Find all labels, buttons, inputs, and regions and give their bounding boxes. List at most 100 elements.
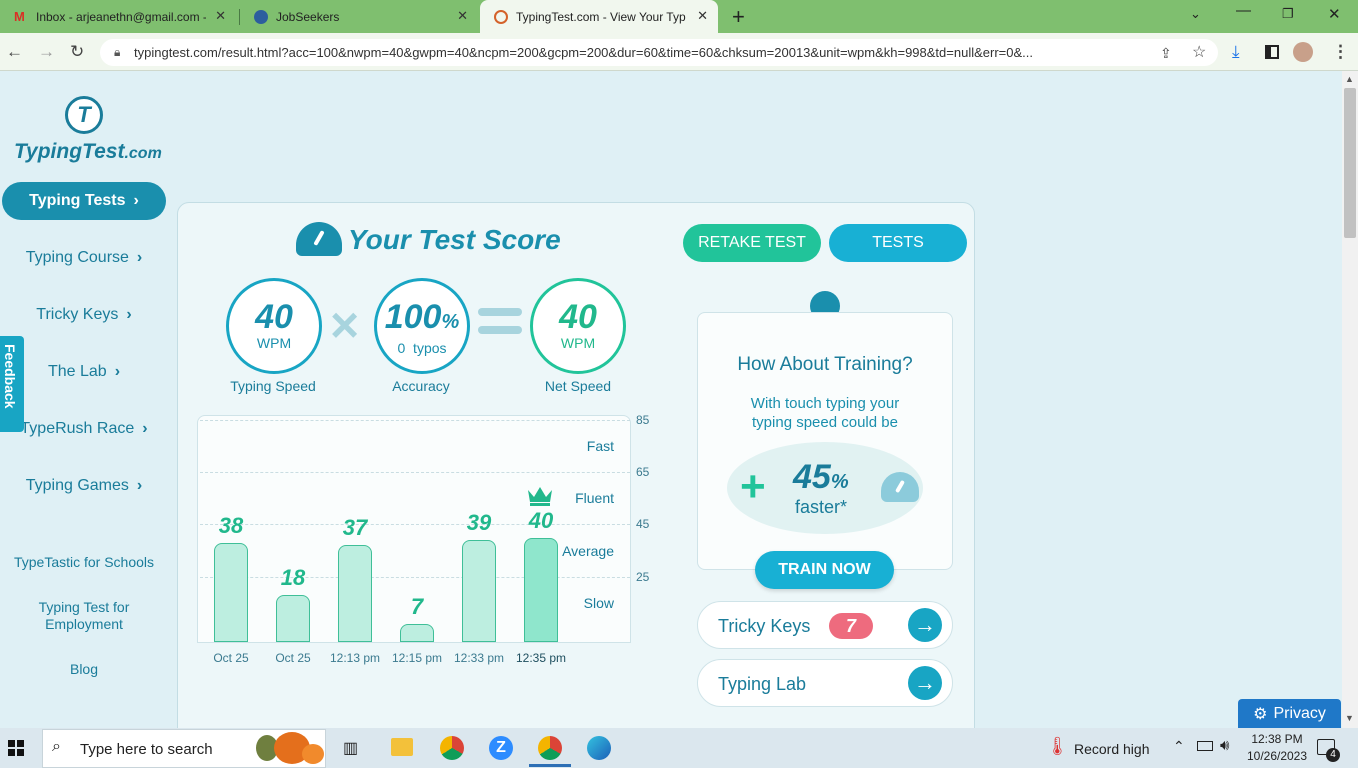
clock-time[interactable]: 12:38 PM [1246,732,1308,746]
train-now-button[interactable]: TRAIN NOW [755,551,894,589]
tab-gmail[interactable]: M Inbox - arjeanethn@gmail.com - ✕ [0,0,236,33]
bookmark-star-icon[interactable]: ☆ [1192,42,1206,62]
close-tab-icon[interactable]: ✕ [457,8,468,24]
gauge-icon [881,472,919,502]
accuracy-percent: % [441,311,460,333]
profile-avatar[interactable] [1293,42,1313,62]
chart-bar-label: 40 [528,507,554,533]
scrollbar-thumb[interactable] [1344,88,1356,238]
nav-label: TypeRush Race [20,420,135,437]
chevron-up-icon[interactable]: ⌃ [1173,738,1185,755]
multiply-icon: × [330,297,360,353]
typingtest-logo-icon[interactable]: T [65,96,103,134]
chart-bar [276,594,310,642]
task-view-icon[interactable]: ▥ [343,738,358,758]
nav-typerush-race[interactable]: TypeRush Race › [0,420,168,438]
lock-icon[interactable]: 🔒︎ [114,45,120,60]
accuracy-circle: 100% 0 typos [374,278,470,374]
link-blog[interactable]: Blog [0,661,168,678]
close-tab-icon[interactable]: ✕ [215,8,226,24]
notification-count: 4 [1326,748,1340,762]
thermometer-icon[interactable]: 🌡︎ [1046,736,1069,757]
url-text[interactable]: typingtest.com/result.html?acc=100&nwpm=… [134,45,1146,60]
tricky-keys-link[interactable]: Tricky Keys 7 → [697,601,953,649]
scroll-down-icon[interactable]: ▼ [1345,713,1354,723]
tab-jobseekers[interactable]: JobSeekers ✕ [240,0,478,33]
training-title: How About Training? [737,354,913,375]
chart-y-tick: 25 [636,569,650,584]
chart-y-tick: 85 [636,413,650,427]
tests-button[interactable]: TESTS [829,224,967,262]
feedback-label: Feedback [2,344,18,409]
chart-x-label: 12:13 pm [329,651,381,665]
tab-search-icon[interactable]: ⌄ [1190,6,1201,22]
chrome-profile-icon[interactable] [538,736,562,760]
chrome-icon[interactable] [440,736,464,760]
jobseekers-icon [254,9,268,24]
volume-icon[interactable]: 🔊︎ [1220,737,1229,754]
menu-icon[interactable]: ⋮ [1332,42,1349,62]
site-logo[interactable]: TypingTest.com [14,140,162,164]
chevron-right-icon: › [114,363,121,380]
typing-lab-link[interactable]: Typing Lab → [697,659,953,707]
edge-icon[interactable] [587,736,611,760]
faster-label: faster* [795,497,848,517]
file-explorer-icon[interactable] [391,738,413,756]
nav-label: Typing Tests [29,192,126,209]
zoom-icon[interactable]: Z [489,736,513,760]
sidebar-toggle-icon[interactable] [1265,45,1279,59]
nav-the-lab[interactable]: The Lab › [0,363,168,381]
crown-icon [526,484,554,506]
net-speed-value: 40 [559,298,597,336]
clock-date[interactable]: 10/26/2023 [1242,749,1312,763]
chart-y-tick: 65 [636,465,650,480]
restore-button[interactable]: ❐ [1282,6,1294,22]
chart-x-label: Oct 25 [213,651,249,665]
link-typetastic[interactable]: TypeTastic for Schools [0,554,168,571]
tab-typingtest[interactable]: TypingTest.com - View Your Typi ✕ [480,0,718,33]
share-icon[interactable]: ⇪ [1160,45,1172,62]
weather-text[interactable]: Record high [1074,741,1150,757]
reload-icon[interactable]: ↻ [70,42,84,62]
link-employment[interactable]: Typing Test for Employment [24,599,144,633]
typing-speed-value: 40 [255,298,293,336]
chart-gridline [200,472,630,474]
nav-label: Typing Course [25,249,129,266]
retake-test-button[interactable]: RETAKE TEST [683,224,821,262]
nav-label: Typing Games [25,477,129,494]
nav-label: The Lab [47,363,107,380]
active-app-indicator [529,764,571,767]
scroll-up-icon[interactable]: ▲ [1345,74,1354,84]
nav-tricky-keys[interactable]: Tricky Keys › [0,306,168,324]
new-tab-button[interactable]: + [732,4,745,30]
chevron-right-icon: › [126,306,132,323]
tricky-keys-label: Tricky Keys [718,616,811,636]
back-icon[interactable]: ← [6,42,23,62]
feedback-tab[interactable]: Feedback [0,336,24,432]
accuracy-value: 100% [377,299,467,340]
minimize-button[interactable]: — [1236,2,1251,19]
windows-start-icon[interactable] [8,740,24,756]
chart-bar [524,537,558,642]
nav-typing-tests[interactable]: Typing Tests › [2,182,166,220]
download-icon[interactable]: ⤓ [1232,42,1240,62]
close-tab-icon[interactable]: ✕ [697,8,708,24]
training-percent: 45% [793,458,849,497]
privacy-button[interactable]: ⚙ Privacy [1238,699,1341,728]
nav-typing-games[interactable]: Typing Games › [0,477,168,495]
percent-sign: % [830,471,849,493]
close-window-button[interactable]: ✕ [1328,5,1341,23]
accuracy-label: Accuracy [392,378,450,394]
forward-icon[interactable]: → [38,42,55,62]
tab-title: JobSeekers [276,9,340,24]
percent-value: 45 [793,458,831,496]
chart-zone-label: Fluent [575,490,614,507]
chart-zone-label: Fast [586,438,614,455]
chart-x-label: 12:33 pm [453,651,505,665]
battery-icon[interactable] [1197,741,1213,751]
chart-y-tick: 45 [636,517,650,532]
nav-typing-course[interactable]: Typing Course › [0,249,168,267]
equals-icon [478,308,522,316]
chart-bar [338,545,372,642]
typing-speed-circle: 40 WPM [226,278,322,374]
